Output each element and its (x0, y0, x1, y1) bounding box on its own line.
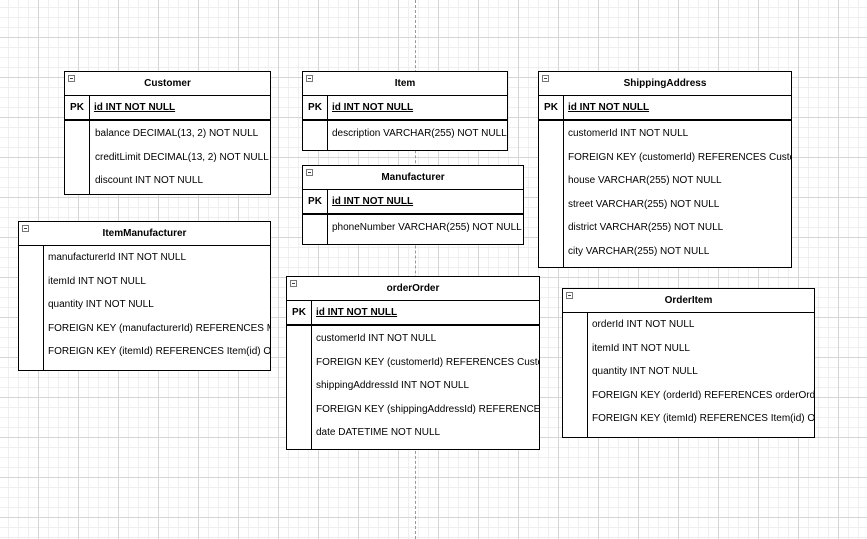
table-title: Customer (144, 78, 191, 89)
table-title: orderOrder (386, 283, 440, 294)
collapse-toggle-icon[interactable] (306, 75, 313, 82)
table-header[interactable]: OrderItem (563, 289, 814, 313)
pk-field: id INT NOT NULL (94, 102, 176, 113)
table-item-manufacturer[interactable]: ItemManufacturer manufacturerId INT NOT … (18, 221, 271, 371)
table-manufacturer[interactable]: Manufacturer PK id INT NOT NULL phoneNum… (302, 165, 524, 245)
attribute-row[interactable]: phoneNumber VARCHAR(255) NOT NULL (332, 216, 523, 240)
pk-field: id INT NOT NULL (332, 196, 414, 207)
collapse-toggle-icon[interactable] (290, 280, 297, 287)
table-header[interactable]: orderOrder (287, 277, 539, 301)
pk-field: id INT NOT NULL (332, 102, 414, 113)
attribute-row[interactable]: district VARCHAR(255) NOT NULL (568, 216, 791, 240)
attribute-row[interactable]: balance DECIMAL(13, 2) NOT NULL (95, 122, 270, 146)
attribute-row[interactable]: discount INT NOT NULL (95, 169, 270, 193)
table-shipping-address[interactable]: ShippingAddress PK id INT NOT NULL custo… (538, 71, 792, 268)
collapse-toggle-icon[interactable] (566, 292, 573, 299)
table-title: OrderItem (664, 295, 713, 306)
pk-label: PK (308, 102, 322, 113)
pk-field: id INT NOT NULL (316, 307, 398, 318)
pk-label: PK (70, 102, 84, 113)
collapse-toggle-icon[interactable] (306, 169, 313, 176)
table-customer[interactable]: Customer PK id INT NOT NULL balance DECI… (64, 71, 271, 195)
collapse-toggle-icon[interactable] (68, 75, 75, 82)
collapse-toggle-icon[interactable] (542, 75, 549, 82)
table-title: ItemManufacturer (102, 228, 187, 239)
table-item[interactable]: Item PK id INT NOT NULL description VARC… (302, 71, 508, 151)
attribute-row[interactable]: manufacturerId INT NOT NULL (48, 246, 270, 270)
table-header[interactable]: Manufacturer (303, 166, 523, 190)
attribute-row[interactable]: city VARCHAR(255) NOT NULL (568, 240, 791, 264)
attribute-row[interactable]: customerId INT NOT NULL (316, 327, 539, 351)
attribute-row[interactable]: description VARCHAR(255) NOT NULL (332, 122, 507, 146)
pk-label: PK (308, 196, 322, 207)
attribute-row[interactable]: FOREIGN KEY (customerId) REFERENCES Cust… (568, 146, 791, 170)
primary-key-row[interactable]: PK id INT NOT NULL (303, 96, 507, 121)
table-title: ShippingAddress (623, 78, 707, 89)
attribute-row[interactable]: FOREIGN KEY (customerId) REFERENCES Cust… (316, 351, 539, 375)
primary-key-row[interactable]: PK id INT NOT NULL (303, 190, 523, 215)
attribute-row[interactable]: quantity INT NOT NULL (592, 360, 814, 384)
primary-key-row[interactable]: PK id INT NOT NULL (65, 96, 270, 121)
attribute-row[interactable]: FOREIGN KEY (itemId) REFERENCES Item(id)… (592, 407, 814, 431)
table-header[interactable]: Item (303, 72, 507, 96)
attribute-row[interactable]: quantity INT NOT NULL (48, 293, 270, 317)
attribute-row[interactable]: FOREIGN KEY (itemId) REFERENCES Item(id)… (48, 340, 270, 364)
pk-label: PK (544, 102, 558, 113)
table-header[interactable]: ItemManufacturer (19, 222, 270, 246)
table-header[interactable]: ShippingAddress (539, 72, 791, 96)
pk-label: PK (292, 307, 306, 318)
attribute-row[interactable]: FOREIGN KEY (manufacturerId) REFERENCES … (48, 317, 270, 341)
attribute-row[interactable]: itemId INT NOT NULL (592, 337, 814, 361)
table-header[interactable]: Customer (65, 72, 270, 96)
attribute-row[interactable]: street VARCHAR(255) NOT NULL (568, 193, 791, 217)
attribute-row[interactable]: shippingAddressId INT NOT NULL (316, 374, 539, 398)
pk-field: id INT NOT NULL (568, 102, 650, 113)
attribute-row[interactable]: creditLimit DECIMAL(13, 2) NOT NULL (95, 146, 270, 170)
table-order-item[interactable]: OrderItem orderId INT NOT NULL itemId IN… (562, 288, 815, 438)
collapse-toggle-icon[interactable] (22, 225, 29, 232)
table-title: Manufacturer (381, 172, 445, 183)
attribute-row[interactable]: customerId INT NOT NULL (568, 122, 791, 146)
attribute-row[interactable]: date DATETIME NOT NULL (316, 421, 539, 445)
attribute-row[interactable]: orderId INT NOT NULL (592, 313, 814, 337)
primary-key-row[interactable]: PK id INT NOT NULL (287, 301, 539, 326)
attribute-row[interactable]: FOREIGN KEY (shippingAddressId) REFERENC… (316, 398, 539, 422)
attribute-row[interactable]: house VARCHAR(255) NOT NULL (568, 169, 791, 193)
attribute-row[interactable]: FOREIGN KEY (orderId) REFERENCES orderOr… (592, 384, 814, 408)
attribute-row[interactable]: itemId INT NOT NULL (48, 270, 270, 294)
table-order-order[interactable]: orderOrder PK id INT NOT NULL customerId… (286, 276, 540, 450)
primary-key-row[interactable]: PK id INT NOT NULL (539, 96, 791, 121)
table-title: Item (394, 78, 416, 89)
